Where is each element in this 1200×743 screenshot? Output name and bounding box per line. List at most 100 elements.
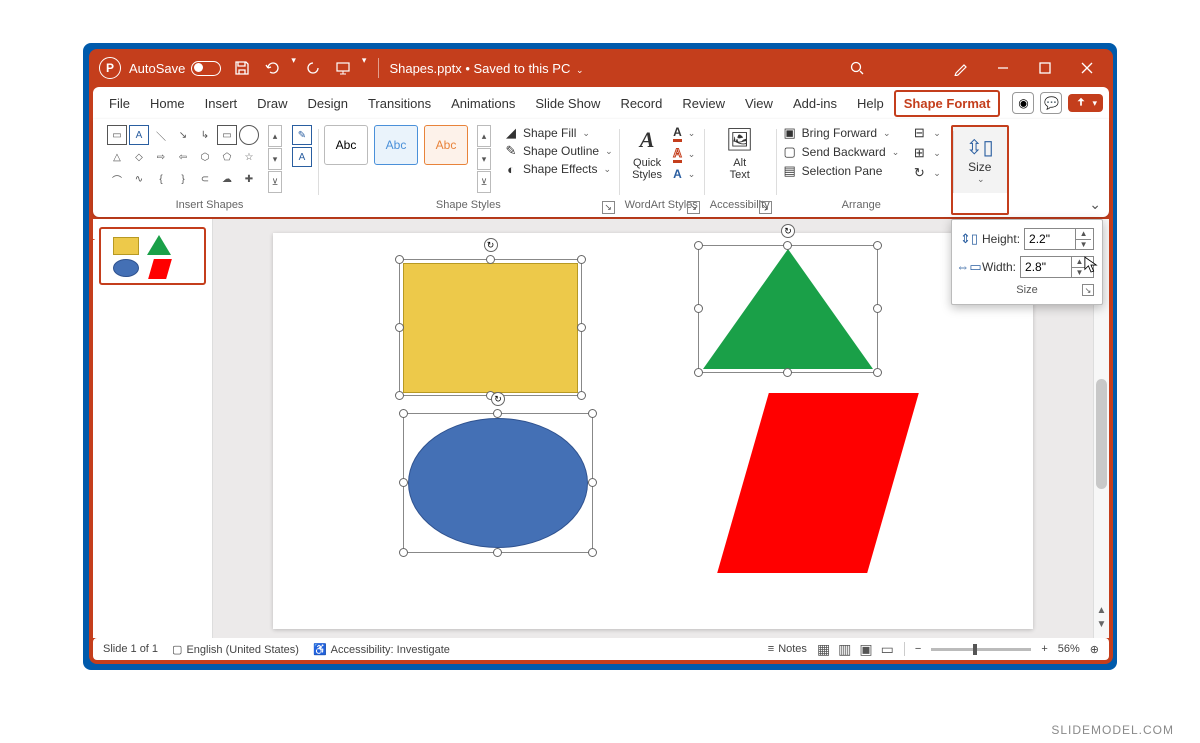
shape-arrow-icon[interactable]: ⇨: [151, 147, 171, 167]
gallery-up-button[interactable]: ▴: [268, 125, 282, 147]
shape-free-icon[interactable]: ∿: [129, 169, 149, 189]
tab-draw[interactable]: Draw: [247, 90, 297, 117]
share-button[interactable]: ▾: [1068, 94, 1103, 112]
tab-animations[interactable]: Animations: [441, 90, 525, 117]
resize-handle[interactable]: [399, 409, 408, 418]
text-effects-button[interactable]: A⌄: [673, 167, 695, 181]
resize-handle[interactable]: [395, 391, 404, 400]
maximize-button[interactable]: [1025, 52, 1065, 84]
width-input[interactable]: [1021, 257, 1071, 277]
preset-3[interactable]: Abc: [424, 125, 468, 165]
slide-counter[interactable]: Slide 1 of 1: [103, 643, 158, 655]
reading-view-button[interactable]: ▣: [859, 641, 872, 658]
shape-triangle-icon[interactable]: △: [107, 147, 127, 167]
height-spinner[interactable]: ▲▼: [1024, 228, 1094, 250]
notes-button[interactable]: ≡Notes: [768, 643, 807, 655]
resize-handle[interactable]: [577, 255, 586, 264]
spin-up-button[interactable]: ▲: [1076, 229, 1091, 240]
accessibility-status[interactable]: ♿Accessibility: Investigate: [313, 643, 450, 656]
shape-callout-icon[interactable]: ⊂: [195, 169, 215, 189]
shape-connector-icon[interactable]: ↳: [195, 125, 215, 145]
tab-addins[interactable]: Add-ins: [783, 90, 847, 117]
rotate-handle[interactable]: ↻: [781, 224, 795, 238]
slide[interactable]: ↻ ↻: [273, 233, 1033, 629]
undo-button[interactable]: [259, 55, 285, 81]
resize-handle[interactable]: [395, 255, 404, 264]
rotate-handle[interactable]: ↻: [484, 238, 498, 252]
recording-indicator[interactable]: ◉: [1012, 92, 1034, 114]
tab-slideshow[interactable]: Slide Show: [525, 90, 610, 117]
tab-insert[interactable]: Insert: [195, 90, 248, 117]
resize-handle[interactable]: [694, 304, 703, 313]
shape-hex-icon[interactable]: ⬡: [195, 147, 215, 167]
shape-outline-button[interactable]: ✎ Shape Outline⌄: [503, 143, 613, 159]
shape-pent-icon[interactable]: ⬠: [217, 147, 237, 167]
tab-view[interactable]: View: [735, 90, 783, 117]
sorter-view-button[interactable]: ▥: [838, 641, 851, 658]
tab-design[interactable]: Design: [298, 90, 358, 117]
styles-more-button[interactable]: ⊻: [477, 171, 491, 193]
toggle-switch-icon[interactable]: [191, 61, 221, 76]
text-box-button[interactable]: A: [292, 147, 312, 167]
shape-styles-launcher[interactable]: ↘: [602, 201, 615, 214]
fit-window-button[interactable]: ⊕: [1090, 643, 1099, 656]
tab-home[interactable]: Home: [140, 90, 195, 117]
document-title[interactable]: Shapes.pptx • Saved to this PC ⌄: [381, 61, 583, 76]
resize-handle[interactable]: [588, 478, 597, 487]
selection-pane-button[interactable]: ▤Selection Pane: [782, 163, 900, 179]
resize-handle[interactable]: [486, 255, 495, 264]
autosave-toggle[interactable]: AutoSave: [129, 61, 221, 76]
resize-handle[interactable]: [588, 548, 597, 557]
height-input[interactable]: [1025, 229, 1075, 249]
slide-thumbnail-1[interactable]: 1: [99, 227, 206, 285]
styles-up-button[interactable]: ▴: [477, 125, 491, 147]
shape-effects-button[interactable]: ◐ Shape Effects⌄: [503, 161, 613, 177]
resize-handle[interactable]: [873, 368, 882, 377]
resize-handle[interactable]: [783, 368, 792, 377]
shape-fill-button[interactable]: ◢ Shape Fill⌄: [503, 125, 613, 141]
alt-text-button[interactable]: 🖼 Alt Text: [720, 125, 760, 181]
prev-slide-button[interactable]: ▲: [1094, 605, 1109, 616]
resize-handle[interactable]: [873, 304, 882, 313]
shape-arrow-line-icon[interactable]: ↘: [173, 125, 193, 145]
shape-arrow2-icon[interactable]: ⇦: [173, 147, 193, 167]
edit-shape-button[interactable]: ✎: [292, 125, 312, 145]
text-outline-button[interactable]: A⌄: [673, 146, 695, 163]
resize-handle[interactable]: [493, 548, 502, 557]
group-button[interactable]: ⊞⌄: [911, 145, 941, 161]
shape-oval-icon[interactable]: [239, 125, 259, 145]
scroll-thumb[interactable]: [1096, 379, 1107, 489]
tab-file[interactable]: File: [99, 90, 140, 117]
preset-2[interactable]: Abc: [374, 125, 418, 165]
tab-record[interactable]: Record: [610, 90, 672, 117]
shape-parallelogram[interactable]: [717, 393, 919, 573]
comments-button[interactable]: 💬: [1040, 92, 1062, 114]
bring-forward-button[interactable]: ▣Bring Forward ⌄: [782, 125, 900, 141]
shapes-gallery[interactable]: ▭ A ＼ ↘ ↳ ▭ △ ◇ ⇨ ⇦ ⬡ ⬠ ☆ ⌒: [107, 125, 259, 189]
tab-review[interactable]: Review: [672, 90, 735, 117]
shape-rect2-icon[interactable]: ▭: [217, 125, 237, 145]
ribbon-collapse-button[interactable]: ⌄: [1089, 196, 1101, 213]
rotate-handle[interactable]: ↻: [491, 392, 505, 406]
resize-handle[interactable]: [873, 241, 882, 250]
size-dropdown-button[interactable]: ⇳▯ Size ⌄: [953, 127, 1007, 193]
wordart-launcher[interactable]: ↘: [687, 201, 700, 214]
text-fill-button[interactable]: A⌄: [673, 125, 695, 142]
zoom-slider[interactable]: [931, 648, 1031, 651]
accessibility-launcher[interactable]: ↘: [759, 201, 772, 214]
spin-down-button[interactable]: ▼: [1076, 240, 1091, 250]
tab-shape-format[interactable]: Shape Format: [894, 90, 1001, 117]
align-button[interactable]: ⊟⌄: [911, 125, 941, 141]
quick-styles-button[interactable]: A Quick Styles: [627, 125, 667, 181]
minimize-button[interactable]: [983, 52, 1023, 84]
slideshow-view-button[interactable]: ▭: [881, 641, 894, 658]
zoom-in-button[interactable]: +: [1041, 643, 1047, 655]
resize-handle[interactable]: [577, 391, 586, 400]
size-launcher[interactable]: ↘: [1082, 284, 1094, 296]
resize-handle[interactable]: [493, 409, 502, 418]
shape-brace-l-icon[interactable]: {: [151, 169, 171, 189]
search-button[interactable]: [837, 52, 877, 84]
tab-transitions[interactable]: Transitions: [358, 90, 441, 117]
send-backward-button[interactable]: ▢Send Backward ⌄: [782, 144, 900, 160]
shape-curve-icon[interactable]: ⌒: [107, 169, 127, 189]
